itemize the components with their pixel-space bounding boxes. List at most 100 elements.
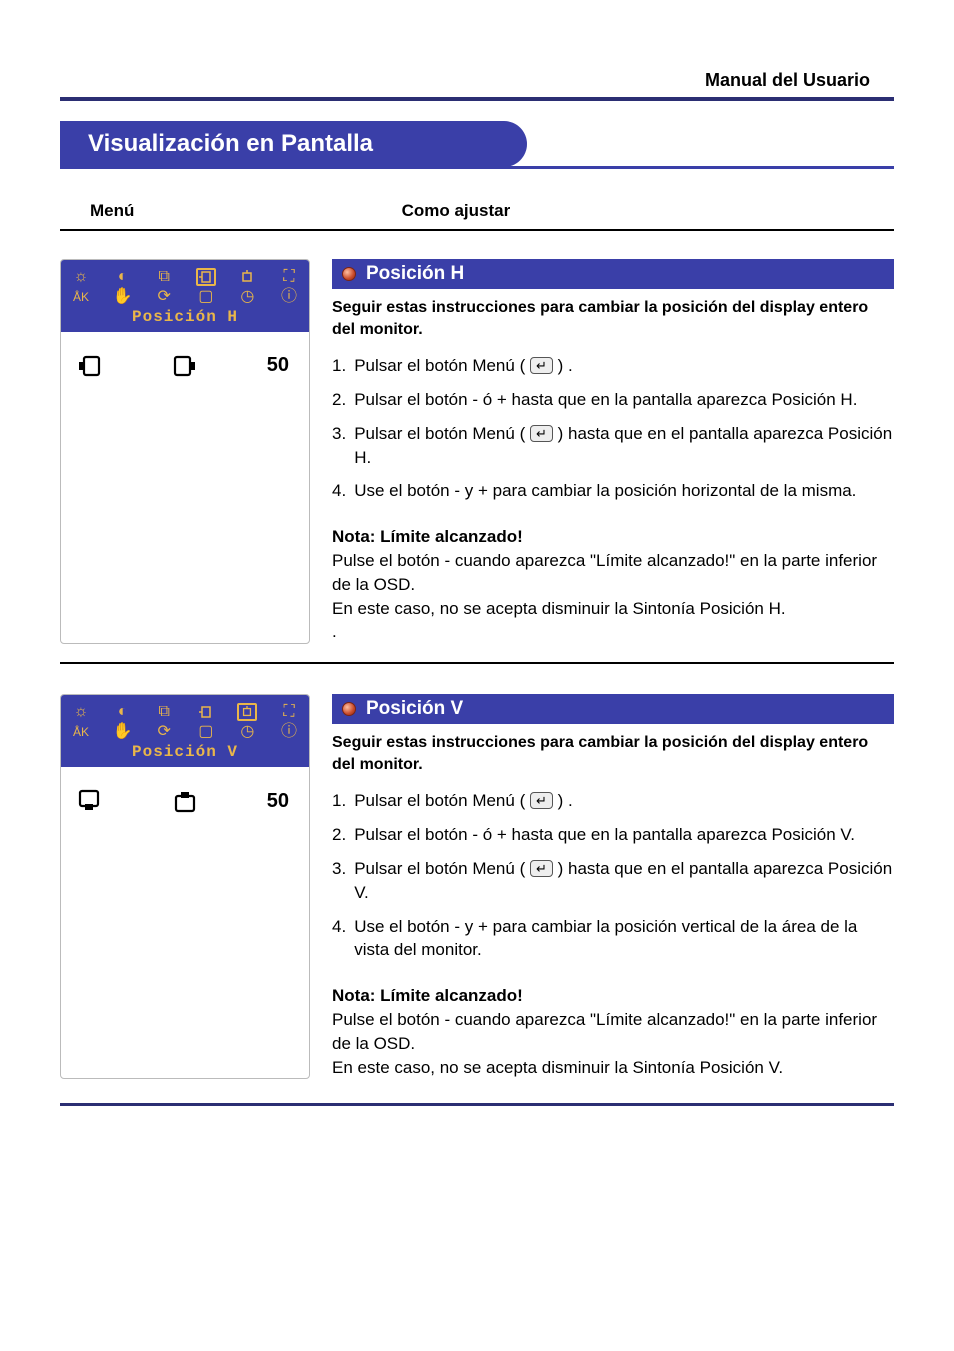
vpos-down-icon xyxy=(75,789,103,813)
note-line2: En este caso, no se acepta disminuir la … xyxy=(332,1056,894,1080)
timer-icon: ◷ xyxy=(237,723,257,741)
column-headers: Menú Como ajustar xyxy=(60,189,894,231)
page-title: Visualización en Pantalla xyxy=(60,121,894,167)
step-text: Pulsar el botón - ó + hasta que en la pa… xyxy=(354,388,894,412)
menu-button-icon: ↵ xyxy=(530,792,553,809)
step-4: 4. Use el botón - y + para cambiar la po… xyxy=(332,915,894,963)
step-num: 2. xyxy=(332,388,346,412)
lock-icon: ⧉ xyxy=(154,268,174,286)
info-icon: ⓘ xyxy=(279,723,299,741)
lock-icon: ⧉ xyxy=(154,703,174,721)
osd-value-v: 50 xyxy=(267,790,295,813)
step-post: ) . xyxy=(558,356,573,375)
reset-icon: ⟳ xyxy=(154,288,174,306)
manual-header: Manual del Usuario xyxy=(60,70,894,91)
expand-icon: ⛶ xyxy=(279,268,299,286)
vpos-icon xyxy=(237,268,257,286)
note-line1: Pulse el botón - cuando aparezca "Límite… xyxy=(332,549,894,597)
step-num: 3. xyxy=(332,422,346,470)
note-v: Nota: Límite alcanzado! Pulse el botón -… xyxy=(332,984,894,1079)
step-pre: Pulsar el botón Menú ( xyxy=(354,859,525,878)
step-text: Pulsar el botón - ó + hasta que en la pa… xyxy=(354,823,894,847)
color-icon: ÅK xyxy=(71,288,91,306)
osd-panel-h: ☼ ◐ ⧉ ⛶ ÅK ✋ ⟳ ▢ ◷ ⓘ Posición H xyxy=(60,259,310,644)
step-text: Use el botón - y + para cambiar la posic… xyxy=(354,915,894,963)
step-text: Use el botón - y + para cambiar la posic… xyxy=(354,479,894,503)
menu-button-icon: ↵ xyxy=(530,860,553,877)
step-num: 4. xyxy=(332,479,346,503)
column-header-menu: Menú xyxy=(60,201,394,221)
topic-bar-v: Posición V xyxy=(332,694,894,724)
osd-body-h: 50 xyxy=(61,332,309,399)
reset-icon: ⟳ xyxy=(154,723,174,741)
expand-icon: ⛶ xyxy=(279,703,299,721)
step-2: 2. Pulsar el botón - ó + hasta que en la… xyxy=(332,388,894,412)
step-num: 2. xyxy=(332,823,346,847)
geometry-icon: ▢ xyxy=(196,723,216,741)
step-num: 4. xyxy=(332,915,346,963)
content-h: Posición H Seguir estas instrucciones pa… xyxy=(332,259,894,644)
language-icon: ✋ xyxy=(113,723,133,741)
osd-label-h: Posición H xyxy=(71,308,299,326)
menu-button-icon: ↵ xyxy=(530,425,553,442)
topic-title-v: Posición V xyxy=(366,698,463,720)
contrast-icon: ◐ xyxy=(113,703,133,721)
section-posicion-h: ☼ ◐ ⧉ ⛶ ÅK ✋ ⟳ ▢ ◷ ⓘ Posición H xyxy=(60,259,894,644)
column-header-como: Como ajustar xyxy=(394,201,894,221)
topic-bar-h: Posición H xyxy=(332,259,894,289)
note-line2: En este caso, no se acepta disminuir la … xyxy=(332,597,894,621)
info-icon: ⓘ xyxy=(279,288,299,306)
step-text: Pulsar el botón Menú ( ↵ ) . xyxy=(354,789,894,813)
osd-panel-v: ☼ ◐ ⧉ ⛶ ÅK ✋ ⟳ ▢ ◷ ⓘ Posición V xyxy=(60,694,310,1079)
step-text: Pulsar el botón Menú ( ↵ ) hasta que en … xyxy=(354,857,894,905)
topic-title-h: Posición H xyxy=(366,263,464,285)
hpos-left-icon xyxy=(75,355,103,377)
note-title: Nota: Límite alcanzado! xyxy=(332,525,894,549)
osd-icon-row-2: ÅK ✋ ⟳ ▢ ◷ ⓘ xyxy=(71,723,299,741)
note-line1: Pulse el botón - cuando aparezca "Límite… xyxy=(332,1008,894,1056)
section-separator xyxy=(60,662,894,664)
color-icon: ÅK xyxy=(71,723,91,741)
osd-top: ☼ ◐ ⧉ ⛶ ÅK ✋ ⟳ ▢ ◷ ⓘ Posición H xyxy=(61,260,309,332)
step-1: 1. Pulsar el botón Menú ( ↵ ) . xyxy=(332,354,894,378)
intro-v: Seguir estas instrucciones para cambiar … xyxy=(332,732,894,775)
content-v: Posición V Seguir estas instrucciones pa… xyxy=(332,694,894,1079)
language-icon: ✋ xyxy=(113,288,133,306)
osd-icon-row-1: ☼ ◐ ⧉ ⛶ xyxy=(71,268,299,286)
bullet-icon xyxy=(342,702,356,716)
osd-icon-row-2: ÅK ✋ ⟳ ▢ ◷ ⓘ xyxy=(71,288,299,306)
osd-body-v: 50 xyxy=(61,767,309,835)
step-text: Pulsar el botón Menú ( ↵ ) . xyxy=(354,354,894,378)
geometry-icon: ▢ xyxy=(196,288,216,306)
brightness-icon: ☼ xyxy=(71,268,91,286)
contrast-icon: ◐ xyxy=(113,268,133,286)
note-h: Nota: Límite alcanzado! Pulse el botón -… xyxy=(332,525,894,644)
step-pre: Pulsar el botón Menú ( xyxy=(354,424,525,443)
step-pre: Pulsar el botón Menú ( xyxy=(354,791,525,810)
osd-value-h: 50 xyxy=(267,354,295,377)
bullet-icon xyxy=(342,267,356,281)
steps-v: 1. Pulsar el botón Menú ( ↵ ) . 2. Pulsa… xyxy=(332,789,894,962)
steps-h: 1. Pulsar el botón Menú ( ↵ ) . 2. Pulsa… xyxy=(332,354,894,503)
intro-h: Seguir estas instrucciones para cambiar … xyxy=(332,297,894,340)
header-rule xyxy=(60,97,894,101)
step-num: 1. xyxy=(332,789,346,813)
step-3: 3. Pulsar el botón Menú ( ↵ ) hasta que … xyxy=(332,857,894,905)
hpos-icon xyxy=(196,703,216,721)
step-num: 1. xyxy=(332,354,346,378)
vpos-icon xyxy=(237,703,257,721)
hpos-icon xyxy=(196,268,216,286)
footer-rule xyxy=(60,1103,894,1106)
brightness-icon: ☼ xyxy=(71,703,91,721)
step-post: ) . xyxy=(558,791,573,810)
osd-label-v: Posición V xyxy=(71,743,299,761)
step-3: 3. Pulsar el botón Menú ( ↵ ) hasta que … xyxy=(332,422,894,470)
note-title: Nota: Límite alcanzado! xyxy=(332,984,894,1008)
step-4: 4. Use el botón - y + para cambiar la po… xyxy=(332,479,894,503)
step-pre: Pulsar el botón Menú ( xyxy=(354,356,525,375)
vpos-up-icon xyxy=(171,789,199,813)
hpos-right-icon xyxy=(171,355,199,377)
osd-icon-row-1: ☼ ◐ ⧉ ⛶ xyxy=(71,703,299,721)
step-2: 2. Pulsar el botón - ó + hasta que en la… xyxy=(332,823,894,847)
osd-top: ☼ ◐ ⧉ ⛶ ÅK ✋ ⟳ ▢ ◷ ⓘ Posición V xyxy=(61,695,309,767)
